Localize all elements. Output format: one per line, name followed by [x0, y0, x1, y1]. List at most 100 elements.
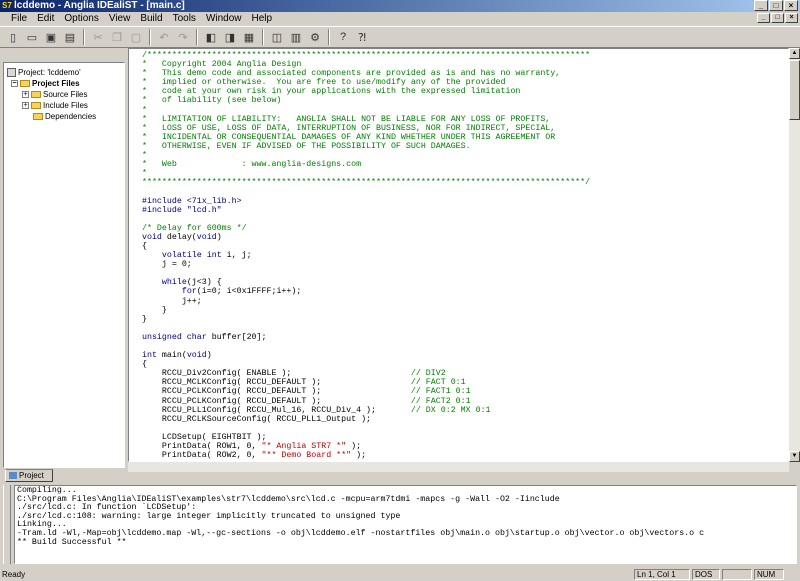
project-icon — [7, 68, 16, 77]
code-token: { — [142, 241, 147, 251]
undo-icon[interactable]: ↶ — [155, 28, 173, 46]
code-token: void — [196, 232, 217, 242]
menu-build[interactable]: Build — [135, 12, 167, 26]
debug-icon[interactable]: ⚙ — [306, 28, 324, 46]
toolbar-separator — [83, 29, 85, 45]
open-folder-icon[interactable]: ▭ — [23, 28, 41, 46]
code-line: PrintData( ROW2, 0, "** Demo Board **" )… — [142, 451, 590, 460]
code-token: * LOSS OF USE, LOSS OF DATA, INTERRUPTIO… — [142, 123, 556, 133]
code-line: LCDSetup( EIGHTBIT ); — [142, 433, 590, 442]
compile-icon[interactable]: ◧ — [202, 28, 220, 46]
dependencies-label: Dependencies — [45, 112, 97, 121]
app-icon: S7 — [2, 1, 12, 10]
code-token: while — [161, 278, 187, 288]
context-help-icon[interactable]: ⁈ — [353, 28, 371, 46]
window-list-icon[interactable]: ▤ — [61, 28, 79, 46]
code-token: ); — [351, 451, 367, 461]
code-line: j++; — [142, 297, 590, 306]
code-token: #include "lcd.h" — [142, 205, 222, 215]
project-files-label: Project Files — [32, 79, 80, 88]
expand-icon[interactable]: + — [22, 91, 29, 98]
folder-icon — [31, 102, 41, 109]
stop-build-icon[interactable]: ◫ — [268, 28, 286, 46]
editor-horizontal-scrollbar[interactable] — [128, 462, 789, 472]
code-line: * OTHERWISE, EVEN IF ADVISED OF THE POSS… — [142, 142, 590, 151]
editor-vertical-scrollbar[interactable]: ▲ ▼ — [789, 48, 800, 462]
scroll-down-icon[interactable]: ▼ — [789, 451, 800, 462]
rebuild-icon[interactable]: ▦ — [240, 28, 258, 46]
code-line: RCCU_PLL1Config( RCCU_Mul_16, RCCU_Div_4… — [142, 406, 590, 415]
code-token: * — [142, 169, 147, 179]
code-line: #include <71x_lib.h> — [142, 197, 590, 206]
code-line: * — [142, 106, 590, 115]
code-token: * This demo code and associated componen… — [142, 69, 561, 79]
code-token: ) — [206, 351, 212, 361]
tab-project[interactable]: Project — [5, 469, 53, 482]
code-line: RCCU_Div2Config( ENABLE ); // DIV2 — [142, 369, 590, 378]
code-token: (j<3) { — [186, 278, 222, 288]
code-line: RCCU_RCLKSourceConfig( RCCU_PLL1_Output … — [142, 415, 590, 424]
menu-tools[interactable]: Tools — [168, 12, 201, 26]
code-line: * — [142, 151, 590, 160]
project-tab-label: Project — [19, 471, 44, 480]
download-icon[interactable]: ▥ — [287, 28, 305, 46]
cut-icon[interactable]: ✂ — [89, 28, 107, 46]
menu-window[interactable]: Window — [201, 12, 247, 26]
menu-file[interactable]: File — [6, 12, 32, 26]
folder-icon — [20, 80, 30, 87]
doc-minimize-button[interactable]: _ — [757, 13, 770, 23]
menu-edit[interactable]: Edit — [32, 12, 59, 26]
minimize-button[interactable]: _ — [754, 0, 768, 11]
status-cursor-position: Ln 1, Col 1 — [634, 569, 690, 580]
collapse-icon[interactable]: − — [11, 80, 18, 87]
scroll-thumb[interactable] — [789, 60, 800, 120]
menu-options[interactable]: Options — [59, 12, 103, 26]
code-line: ****************************************… — [142, 178, 590, 187]
menu-view[interactable]: View — [104, 12, 136, 26]
scroll-up-icon[interactable]: ▲ — [789, 48, 800, 59]
doc-restore-button[interactable]: □ — [771, 13, 784, 23]
doc-close-button[interactable]: × — [785, 13, 798, 23]
code-token: buffer[20]; — [206, 332, 267, 342]
redo-icon[interactable]: ↷ — [174, 28, 192, 46]
output-panel-grip[interactable] — [3, 485, 11, 564]
help-icon[interactable]: ? — [334, 28, 352, 46]
build-output-text: Compiling... C:\Program Files\Anglia\IDEa… — [17, 486, 704, 547]
tree-item-source-files[interactable]: + Source Files — [22, 89, 87, 100]
code-token: } — [142, 314, 147, 324]
close-button[interactable]: × — [784, 0, 798, 11]
code-token: * INCIDENTAL OR CONSEQUENTIAL DAMAGES OF… — [142, 132, 556, 142]
build-output-panel[interactable]: Compiling... C:\Program Files\Anglia\IDEa… — [14, 485, 797, 564]
code-token: RCCU_Div2Config( ENABLE ); — [142, 369, 411, 379]
tree-item-project[interactable]: Project: 'lcddemo' — [7, 67, 81, 78]
status-ready: Ready — [2, 570, 26, 579]
tree-item-include-files[interactable]: + Include Files — [22, 100, 88, 111]
code-token: LCDSetup( EIGHTBIT ); — [142, 432, 267, 442]
maximize-button[interactable]: □ — [769, 0, 783, 11]
code-line: RCCU_PCLKConfig( RCCU_DEFAULT ); // FACT… — [142, 397, 590, 406]
tree-item-project-files[interactable]: − Project Files — [11, 78, 80, 89]
copy-icon[interactable]: ❐ — [108, 28, 126, 46]
tree-item-dependencies[interactable]: Dependencies — [33, 111, 96, 122]
paste-icon[interactable]: ▢ — [127, 28, 145, 46]
code-line: } — [142, 306, 590, 315]
build-icon[interactable]: ◨ — [221, 28, 239, 46]
code-line: volatile int i, j; — [142, 251, 590, 260]
menu-bar: File Edit Options View Build Tools Windo… — [0, 12, 800, 26]
toolbar-separator — [196, 29, 198, 45]
code-token: RCCU_PCLKConfig( RCCU_DEFAULT ); — [142, 396, 411, 406]
code-token: // DX 0:2 MX 0:1 — [410, 405, 491, 415]
new-file-icon[interactable]: ▯ — [4, 28, 22, 46]
code-token: "* Anglia STR7 *" — [261, 442, 347, 452]
code-token: for — [181, 287, 197, 297]
code-editor[interactable]: /***************************************… — [128, 48, 789, 462]
save-icon[interactable]: ▣ — [42, 28, 60, 46]
expand-icon[interactable]: + — [22, 102, 29, 109]
menu-help[interactable]: Help — [247, 12, 278, 26]
code-token: { — [142, 360, 147, 370]
code-line: /***************************************… — [142, 51, 590, 60]
